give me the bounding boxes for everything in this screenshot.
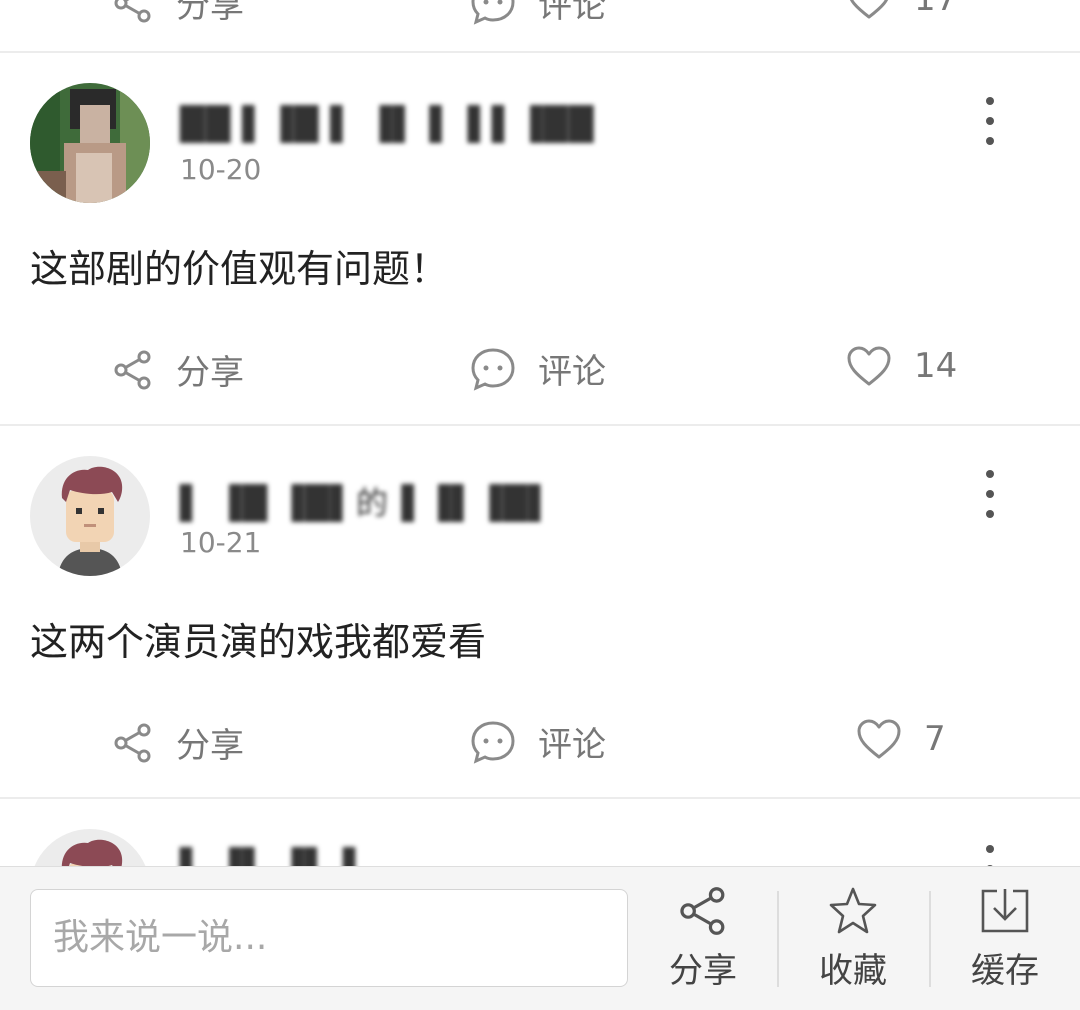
more-dot [986,510,994,518]
like-button[interactable]: 7 [856,718,946,760]
heart-icon [847,346,891,386]
share-icon [114,0,151,22]
comment-button[interactable]: 评论 [470,0,606,27]
share-label: 分享 [176,353,244,393]
comment-text: 这部剧的价值观有问题！ [30,247,449,291]
share-button[interactable]: 分享 [112,718,244,767]
more-dot [986,117,994,125]
more-dot [986,845,994,853]
cartoon-avatar [30,456,150,576]
share-icon [114,350,151,389]
favorite-label: 收藏 [819,951,887,991]
share-label: 分享 [176,726,244,766]
comment-post: ▌ ▐█ ▐█▌的▐ ▐▌▐█▌ 10-21 这两个演员演的戏我都爱看 分享 评… [0,426,1080,798]
more-dot [986,490,994,498]
comment-label: 评论 [538,352,606,392]
download-label: 缓存 [971,951,1039,991]
bottom-action-bar: 我来说一说... 分享 收藏 缓存 [0,866,1080,1010]
comment-bubble-icon [471,720,515,764]
heart-icon [849,0,889,19]
username[interactable]: ██ ▌▐█ ▌ ▐▌ ▌▐ ▌▐██ [180,105,594,143]
more-options-button[interactable] [968,93,1012,153]
like-count: 17 [914,0,957,19]
comment-feed: 分享 评论 17 ██ ▌▐█ ▌ ▐▌ ▌▐ ▌▐██ 10 [0,0,1080,1009]
more-dot [986,470,994,478]
previous-post-actions: 分享 评论 17 [0,0,1080,26]
bottom-share-button[interactable]: 分享 [628,885,778,995]
more-dot [986,137,994,145]
comment-text: 这两个演员演的戏我都爱看 [30,620,487,664]
user-photo-avatar [30,83,150,203]
comment-label: 评论 [538,725,606,765]
username[interactable]: ▌ ▐█ ▐█▌的▐ ▐▌▐█▌ [180,478,554,524]
heart-icon [857,719,901,759]
more-options-button[interactable] [968,466,1012,526]
comment-button[interactable]: 评论 [470,717,606,766]
avatar[interactable] [30,83,150,203]
download-button[interactable]: 缓存 [930,885,1080,995]
comment-input[interactable]: 我来说一说... [30,889,628,987]
comment-bubble-icon [471,347,515,391]
share-label: 分享 [669,951,737,991]
favorite-button[interactable]: 收藏 [778,885,928,995]
comment-button[interactable]: 评论 [470,344,606,393]
like-count: 7 [924,719,946,759]
comment-label: 评论 [538,0,606,26]
comment-bubble-icon [471,0,515,25]
download-icon [981,889,1029,933]
post-date: 10-21 [180,526,262,559]
like-button[interactable]: 14 [846,345,957,387]
avatar[interactable] [30,456,150,576]
comment-post: ██ ▌▐█ ▌ ▐▌ ▌▐ ▌▐██ 10-20 这部剧的价值观有问题！ 分享… [0,53,1080,425]
star-icon [829,887,877,934]
share-icon [680,887,725,935]
post-date: 10-20 [180,153,262,186]
share-button[interactable]: 分享 [112,345,244,394]
share-icon [114,723,151,762]
more-dot [986,97,994,105]
like-count: 14 [914,346,958,386]
share-label: 分享 [176,0,244,26]
share-button[interactable]: 分享 [112,0,244,27]
like-button[interactable]: 17 [846,0,957,20]
